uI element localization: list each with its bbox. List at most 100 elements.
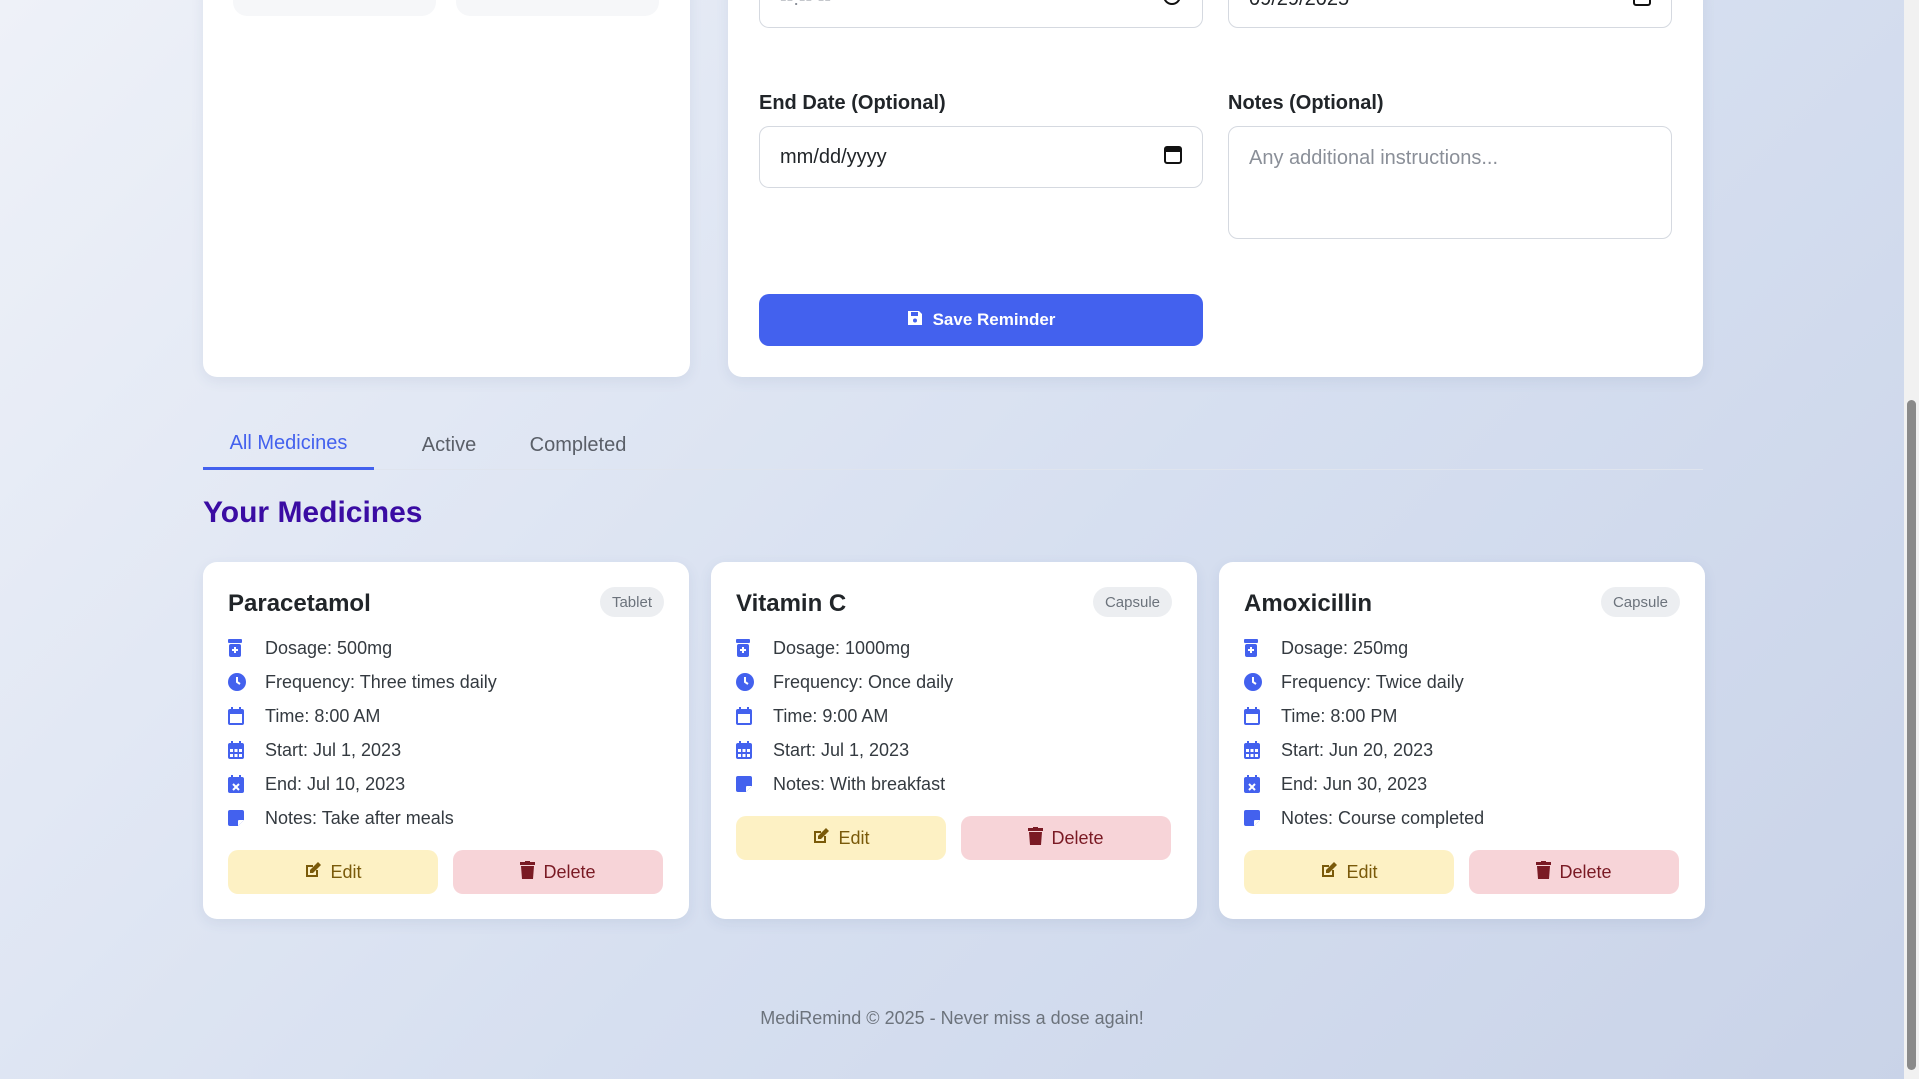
frequency-text: Frequency: Twice daily [1281,671,1464,692]
medicine-type-badge: Capsule [1600,587,1680,617]
edit-button[interactable]: Edit [736,816,946,860]
trash-icon [520,860,536,884]
left-panel [203,0,690,377]
save-icon [907,310,923,331]
notes-row: Notes: With breakfast [736,770,945,798]
end-date-label: End Date (Optional) [759,92,946,114]
clock-icon [736,673,773,691]
notes-textarea[interactable]: Any additional instructions... [1228,126,1672,239]
edit-label: Edit [1346,861,1378,882]
medicine-type-badge: Capsule [1092,587,1172,617]
dosage-text: Dosage: 250mg [1281,637,1409,658]
calendar-icon[interactable] [1633,0,1651,12]
dosage-row: Dosage: 500mg [228,634,392,662]
dosage-text: Dosage: 500mg [265,637,393,658]
sticky-note-icon [228,810,265,826]
medicine-name: Paracetamol [228,590,371,617]
dosage-row: Dosage: 250mg [1244,634,1408,662]
notes-placeholder: Any additional instructions... [1249,147,1499,169]
edit-label: Edit [838,827,870,848]
delete-button[interactable]: Delete [1469,850,1679,894]
calendar-days-icon [1244,741,1281,759]
end-row: End: Jul 10, 2023 [228,770,405,798]
time-text: Time: 8:00 AM [265,705,381,726]
medicine-name: Amoxicillin [1244,590,1373,617]
edit-label: Edit [330,861,362,882]
tab-all-medicines[interactable]: All Medicines [203,420,374,470]
time-row: Time: 9:00 AM [736,702,888,730]
calendar-x-icon [228,775,265,793]
notes-label: Notes (Optional) [1228,92,1384,114]
delete-button[interactable]: Delete [961,816,1171,860]
calendar-icon [228,707,265,725]
medicine-name: Vitamin C [736,590,847,617]
dosage-text: Dosage: 1000mg [773,637,911,658]
time-input[interactable]: --:-- -- [759,0,1203,28]
medicine-card: Paracetamol Tablet Dosage: 500mg Frequen… [203,562,689,919]
start-text: Start: Jun 20, 2023 [1281,739,1434,760]
calendar-days-icon [736,741,773,759]
edit-button[interactable]: Edit [228,850,438,894]
frequency-row: Frequency: Twice daily [1244,668,1464,696]
sticky-note-icon [736,776,773,792]
time-row: Time: 8:00 PM [1244,702,1397,730]
section-title: Your Medicines [203,496,423,529]
tab-completed[interactable]: Completed [503,420,653,470]
calendar-icon[interactable] [1164,144,1182,170]
pill-bottle-icon [1244,639,1281,657]
start-row: Start: Jun 20, 2023 [1244,736,1433,764]
option-pill[interactable] [233,0,436,16]
frequency-text: Frequency: Once daily [773,671,954,692]
start-date-input[interactable]: 09/29/2025 [1228,0,1672,28]
pill-bottle-icon [736,639,773,657]
footer-text: MediRemind © 2025 - Never miss a dose ag… [760,1008,1144,1028]
notes-text: Notes: Course completed [1281,807,1485,828]
calendar-icon [1244,707,1281,725]
frequency-row: Frequency: Once daily [736,668,953,696]
end-text: End: Jul 10, 2023 [265,773,406,794]
save-reminder-button[interactable]: Save Reminder [759,294,1203,346]
calendar-icon [736,707,773,725]
end-date-input[interactable]: mm/dd/yyyy [759,126,1203,188]
dosage-row: Dosage: 1000mg [736,634,910,662]
clock-icon [1244,673,1281,691]
delete-label: Delete [1051,827,1104,848]
save-reminder-label: Save Reminder [932,310,1056,329]
medicine-tabs: All Medicines Active Completed [203,420,1703,470]
end-date-placeholder: mm/dd/yyyy [780,145,887,168]
end-row: End: Jun 30, 2023 [1244,770,1427,798]
clock-icon[interactable] [1162,0,1182,12]
edit-icon [304,861,322,884]
notes-text: Notes: Take after meals [265,807,454,828]
trash-icon [1028,826,1044,850]
time-row: Time: 8:00 AM [228,702,380,730]
add-reminder-form: --:-- -- 09/29/2025 End Date (Optional) … [728,0,1703,377]
medicine-type-badge: Tablet [599,587,664,617]
scrollbar[interactable] [1904,0,1919,1079]
notes-text: Notes: With breakfast [773,773,946,794]
delete-button[interactable]: Delete [453,850,663,894]
notes-row: Notes: Take after meals [228,804,454,832]
edit-button[interactable]: Edit [1244,850,1454,894]
calendar-x-icon [1244,775,1281,793]
sticky-note-icon [1244,810,1281,826]
edit-icon [1320,861,1338,884]
start-text: Start: Jul 1, 2023 [773,739,910,760]
frequency-text: Frequency: Three times daily [265,671,497,692]
delete-label: Delete [543,861,596,882]
clock-icon [228,673,265,691]
edit-icon [812,827,830,850]
time-text: Time: 8:00 PM [1281,705,1398,726]
tab-active[interactable]: Active [399,420,499,470]
medicine-card: Vitamin C Capsule Dosage: 1000mg Frequen… [711,562,1197,919]
start-text: Start: Jul 1, 2023 [265,739,402,760]
frequency-row: Frequency: Three times daily [228,668,497,696]
time-text: Time: 9:00 AM [773,705,889,726]
notes-row: Notes: Course completed [1244,804,1484,832]
end-text: End: Jun 30, 2023 [1281,773,1428,794]
scrollbar-thumb[interactable] [1907,400,1916,1070]
medicine-card: Amoxicillin Capsule Dosage: 250mg Freque… [1219,562,1705,919]
option-pill[interactable] [456,0,659,16]
start-row: Start: Jul 1, 2023 [228,736,401,764]
start-date-value: 09/29/2025 [1249,0,1633,11]
